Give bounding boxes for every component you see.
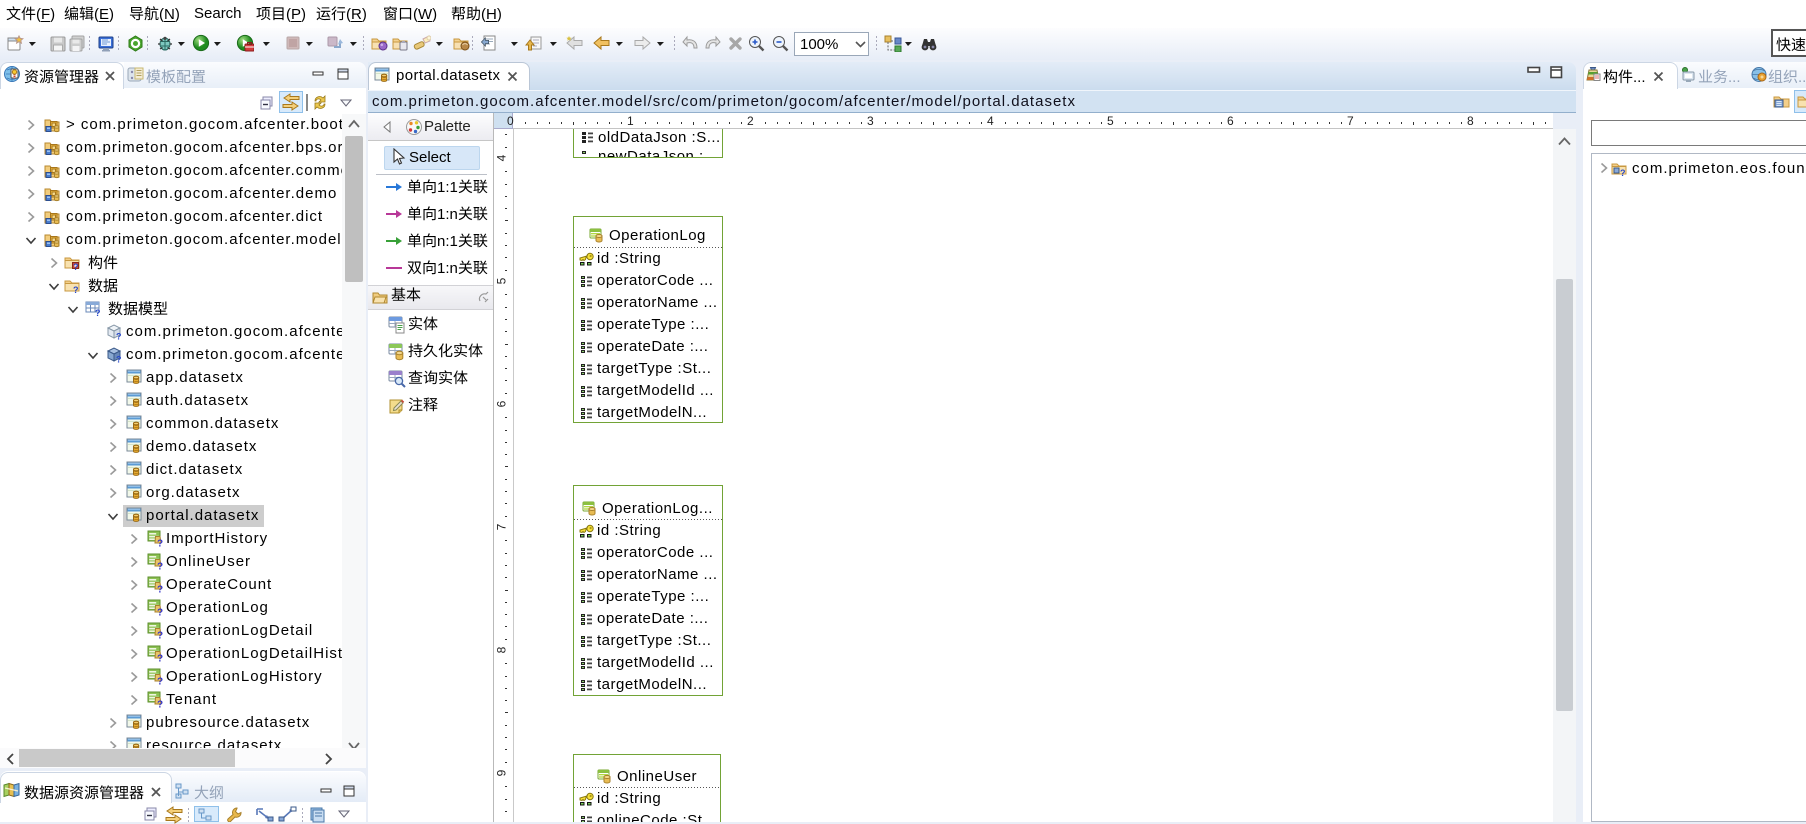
svg-text:?: ?: [116, 332, 122, 341]
svg-text:1:n: 1:n: [437, 206, 458, 223]
svg-text:...: ...: [1728, 69, 1741, 86]
svg-text:?: ?: [95, 308, 101, 317]
svg-text:...: ...: [1798, 69, 1806, 86]
svg-text:?: ?: [157, 539, 163, 548]
svg-text:?: ?: [157, 562, 163, 571]
svg-text:?: ?: [157, 585, 163, 594]
svg-text:?: ?: [157, 631, 163, 640]
svg-text:?: ?: [157, 677, 163, 686]
svg-text:1:n: 1:n: [437, 260, 458, 277]
svg-text:?: ?: [73, 262, 79, 271]
svg-text:?: ?: [116, 355, 122, 364]
svg-text:?: ?: [157, 654, 163, 663]
svg-text:1:1: 1:1: [437, 179, 458, 196]
svg-text:?: ?: [157, 700, 163, 709]
svg-text:?: ?: [1620, 168, 1626, 177]
svg-text:?: ?: [73, 285, 79, 294]
svg-text:?: ?: [157, 608, 163, 617]
svg-text:n:1: n:1: [437, 233, 458, 250]
svg-text:...: ...: [1633, 69, 1646, 86]
